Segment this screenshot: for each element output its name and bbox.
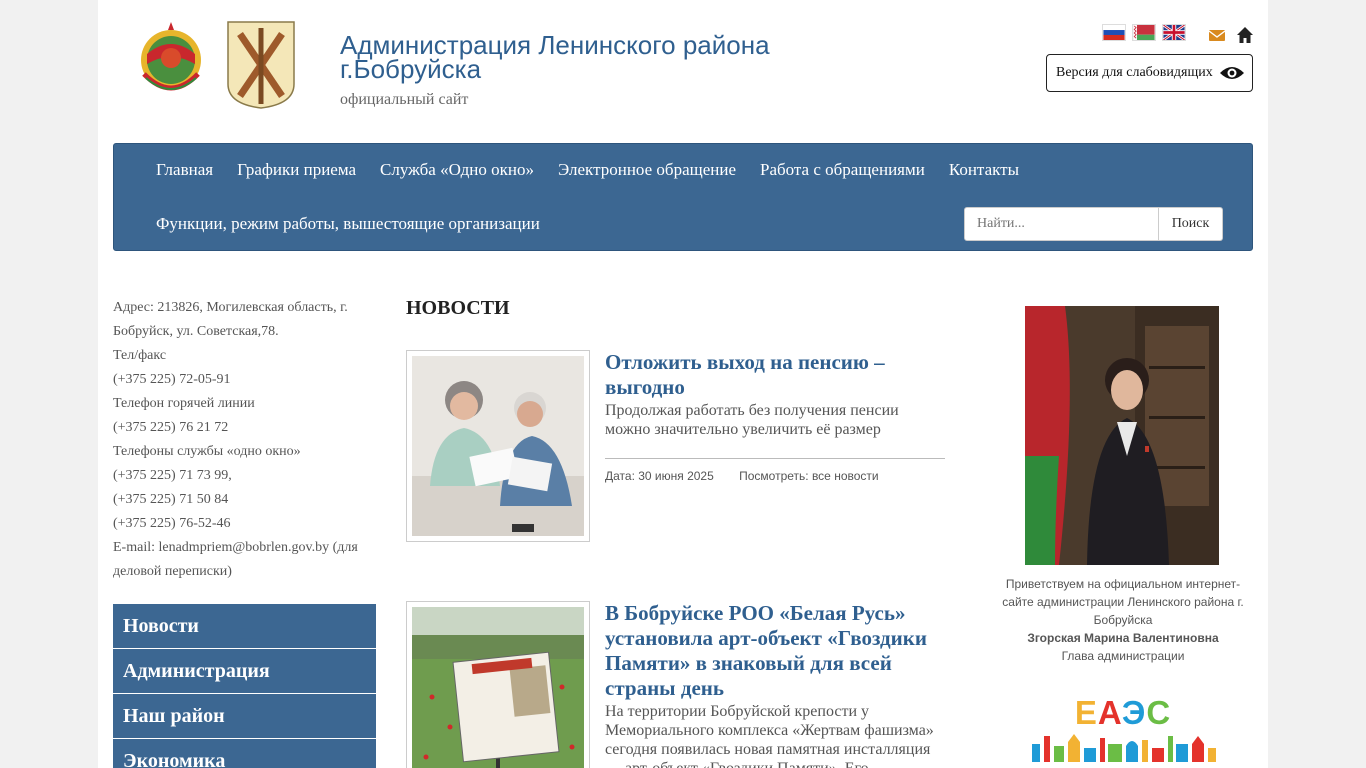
bobruisk-coat-of-arms-icon bbox=[227, 21, 295, 109]
side-menu-economy[interactable]: Экономика bbox=[113, 739, 376, 768]
contact-email: E-mail: lenadmpriem@bobrlen.gov.by (для … bbox=[113, 540, 358, 579]
nav-item-appeals-work[interactable]: Работа с обращениями bbox=[748, 157, 937, 183]
news-image-frame[interactable] bbox=[406, 350, 590, 542]
low-vision-version-button[interactable]: Версия для слабовидящих bbox=[1046, 54, 1253, 92]
news-title[interactable]: Отложить выход на пенсию – выгодно bbox=[605, 350, 945, 400]
eaes-logo-text: ЕАЭС bbox=[1028, 694, 1218, 732]
nav-item-functions[interactable]: Функции, режим работы, вышестоящие орган… bbox=[144, 211, 552, 237]
home-icon[interactable] bbox=[1236, 26, 1254, 44]
contact-hotline: (+375 225) 76 21 72 bbox=[113, 420, 229, 435]
english-flag-icon[interactable] bbox=[1162, 24, 1186, 41]
top-icons bbox=[1208, 26, 1254, 44]
language-switcher bbox=[1102, 24, 1186, 41]
site-title[interactable]: Администрация Ленинского района г.Бобруй… bbox=[340, 32, 860, 82]
eaes-banner[interactable]: ЕАЭС bbox=[1028, 694, 1218, 768]
contacts-block: Адрес: 213826, Могилевская область, г. Б… bbox=[113, 296, 375, 584]
side-menu-administration[interactable]: Администрация bbox=[113, 649, 376, 693]
nav-item-home[interactable]: Главная bbox=[144, 157, 225, 183]
news-image-frame[interactable] bbox=[406, 601, 590, 768]
belarusian-flag-icon[interactable] bbox=[1132, 24, 1156, 41]
nav-item-reception-schedule[interactable]: Графики приема bbox=[225, 157, 368, 183]
side-menu: Новости Администрация Наш район Экономик… bbox=[113, 604, 376, 768]
russian-flag-icon[interactable] bbox=[1102, 24, 1126, 41]
nav-item-electronic-appeal[interactable]: Электронное обращение bbox=[546, 157, 748, 183]
main-navigation: Главная Графики приема Служба «Одно окно… bbox=[113, 143, 1253, 251]
envelope-icon[interactable] bbox=[1208, 26, 1226, 44]
eye-icon bbox=[1219, 67, 1244, 79]
head-name: Згорская Марина Валентиновна bbox=[1027, 631, 1219, 645]
side-menu-our-district[interactable]: Наш район bbox=[113, 694, 376, 738]
eaes-word: ЕАЭС bbox=[1074, 694, 1172, 731]
head-of-administration-photo bbox=[1025, 306, 1219, 565]
contact-one-window-label: Телефоны службы «одно окно» bbox=[113, 444, 301, 459]
search-button[interactable]: Поиск bbox=[1159, 207, 1223, 241]
news-divider bbox=[605, 458, 945, 459]
contact-one-window-phone-3: (+375 225) 76-52-46 bbox=[113, 516, 231, 531]
belarus-emblem-icon bbox=[141, 22, 201, 91]
greeting-text: Приветствуем на официальном интернет-сай… bbox=[1002, 577, 1244, 627]
news-title[interactable]: В Бобруйске РОО «Белая Русь» установила … bbox=[605, 601, 945, 701]
nav-item-contacts[interactable]: Контакты bbox=[937, 157, 1031, 183]
head-position: Глава администрации bbox=[1061, 649, 1185, 663]
side-menu-news[interactable]: Новости bbox=[113, 604, 376, 648]
nav-row-1: Главная Графики приема Служба «Одно окно… bbox=[144, 157, 1031, 183]
page: Администрация Ленинского района г.Бобруй… bbox=[98, 0, 1268, 768]
contact-one-window-phone-1: (+375 225) 71 73 99, bbox=[113, 468, 232, 483]
contact-fax-label: Тел/факс bbox=[113, 348, 167, 363]
contact-fax: (+375 225) 72-05-91 bbox=[113, 372, 231, 387]
head-of-administration-caption: Приветствуем на официальном интернет-сай… bbox=[998, 575, 1248, 665]
search-input[interactable] bbox=[964, 207, 1159, 241]
news-heading: НОВОСТИ bbox=[406, 297, 510, 319]
news-image-pension-couple bbox=[412, 356, 584, 536]
news-excerpt: Продолжая работать без получения пенсии … bbox=[605, 402, 899, 438]
contact-hotline-label: Телефон горячей линии bbox=[113, 396, 255, 411]
search-form: Поиск bbox=[964, 207, 1223, 241]
news-meta: Дата: 30 июня 2025 Посмотреть: все новос… bbox=[605, 469, 879, 483]
site-subtitle: официальный сайт bbox=[340, 91, 469, 108]
contact-address: Адрес: 213826, Могилевская область, г. Б… bbox=[113, 300, 348, 339]
eaes-skyline-icon bbox=[1032, 734, 1216, 762]
nav-row-2: Функции, режим работы, вышестоящие орган… bbox=[144, 211, 552, 237]
low-vision-label: Версия для слабовидящих bbox=[1056, 65, 1213, 80]
news-image-carnations-memory bbox=[412, 607, 584, 768]
all-news-link[interactable]: Посмотреть: все новости bbox=[739, 469, 878, 483]
news-date: Дата: 30 июня 2025 bbox=[605, 469, 714, 483]
contact-one-window-phone-2: (+375 225) 71 50 84 bbox=[113, 492, 229, 507]
news-excerpt: На территории Бобруйской крепости у Мемо… bbox=[605, 703, 934, 768]
nav-item-one-window[interactable]: Служба «Одно окно» bbox=[368, 157, 546, 183]
